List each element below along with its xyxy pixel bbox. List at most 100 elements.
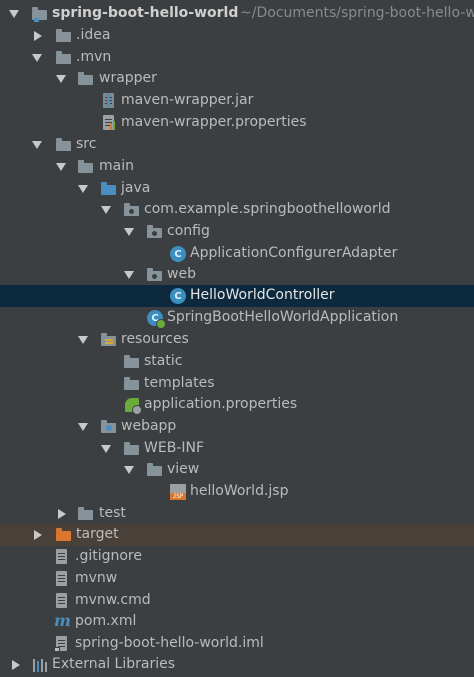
tree-row-wrapper[interactable]: wrapper — [0, 68, 474, 90]
folder-icon — [78, 506, 94, 522]
tree-label: target — [76, 526, 119, 542]
properties-file-icon — [101, 115, 117, 131]
tree-row-external-libraries[interactable]: External Libraries — [0, 654, 474, 676]
tree-row-mvnw-cmd[interactable]: mvnw.cmd — [0, 590, 474, 612]
tree-row-root[interactable]: spring-boot-hello-world ~/Documents/spri… — [0, 3, 474, 25]
tree-row-templates[interactable]: templates — [0, 373, 474, 395]
tree-label: .idea — [76, 27, 111, 43]
folder-icon — [56, 28, 72, 44]
tree-row-package[interactable]: com.example.springboothelloworld — [0, 199, 474, 221]
expand-arrow-icon[interactable] — [124, 466, 134, 474]
collapse-arrow-icon[interactable] — [34, 31, 42, 41]
tree-row-idea[interactable]: .idea — [0, 25, 474, 47]
expand-arrow-icon[interactable] — [78, 336, 88, 344]
collapse-arrow-icon[interactable] — [34, 530, 42, 540]
tree-label: test — [99, 505, 126, 521]
tree-row-hello-world-jsp[interactable]: JSP helloWorld.jsp — [0, 481, 474, 503]
tree-row-static[interactable]: static — [0, 351, 474, 373]
expand-arrow-icon[interactable] — [124, 271, 134, 279]
tree-label: WEB-INF — [144, 440, 204, 456]
tree-label: maven-wrapper.jar — [121, 92, 254, 108]
tree-label: .mvn — [76, 49, 112, 65]
expand-arrow-icon[interactable] — [124, 228, 134, 236]
module-folder-icon — [32, 6, 48, 22]
spring-boot-class-icon: C — [147, 310, 166, 329]
expand-arrow-icon[interactable] — [101, 445, 111, 453]
package-icon — [147, 224, 163, 240]
tree-row-main[interactable]: main — [0, 156, 474, 178]
tree-row-resources[interactable]: resources — [0, 329, 474, 351]
tree-row-webapp[interactable]: webapp — [0, 416, 474, 438]
jar-file-icon — [101, 93, 117, 109]
tree-row-mvn[interactable]: .mvn — [0, 47, 474, 69]
tree-label: com.example.springboothelloworld — [144, 201, 391, 217]
class-icon: C — [170, 246, 186, 262]
tree-label: External Libraries — [52, 656, 175, 672]
expand-arrow-icon[interactable] — [78, 185, 88, 193]
folder-icon — [147, 462, 163, 478]
source-folder-icon — [101, 181, 117, 197]
tree-row-src[interactable]: src — [0, 134, 474, 156]
expand-arrow-icon[interactable] — [32, 54, 42, 62]
tree-label: main — [99, 158, 134, 174]
folder-icon — [78, 71, 94, 87]
expand-arrow-icon[interactable] — [56, 75, 66, 83]
tree-row-gitignore[interactable]: .gitignore — [0, 546, 474, 568]
tree-row-maven-wrapper-jar[interactable]: maven-wrapper.jar — [0, 90, 474, 112]
tree-label: resources — [121, 331, 189, 347]
collapse-arrow-icon[interactable] — [12, 660, 20, 670]
expand-arrow-icon[interactable] — [56, 163, 66, 171]
tree-label: application.properties — [144, 396, 298, 412]
tree-row-web[interactable]: web — [0, 264, 474, 286]
web-folder-icon — [101, 419, 117, 435]
collapse-arrow-icon[interactable] — [58, 509, 66, 519]
tree-label: pom.xml — [75, 613, 137, 629]
tree-label: spring-boot-hello-world.iml — [75, 635, 264, 651]
resources-folder-icon — [101, 332, 117, 348]
package-icon — [124, 202, 140, 218]
text-file-icon — [54, 549, 70, 565]
tree-label: config — [167, 223, 210, 239]
tree-row-test[interactable]: test — [0, 503, 474, 525]
tree-label: SpringBootHelloWorldApplication — [167, 309, 399, 325]
tree-row-view[interactable]: view — [0, 459, 474, 481]
folder-icon — [124, 354, 140, 370]
tree-row-application-configurer-adapter[interactable]: C ApplicationConfigurerAdapter — [0, 243, 474, 265]
package-icon — [147, 267, 163, 283]
class-icon: C — [170, 288, 186, 304]
tree-label: webapp — [121, 418, 177, 434]
tree-label: wrapper — [99, 70, 157, 86]
tree-row-pom[interactable]: m pom.xml — [0, 611, 474, 633]
tree-row-mvnw[interactable]: mvnw — [0, 568, 474, 590]
expand-arrow-icon[interactable] — [32, 141, 42, 149]
tree-label: .gitignore — [75, 548, 142, 564]
tree-row-maven-wrapper-properties[interactable]: maven-wrapper.properties — [0, 112, 474, 134]
expand-arrow-icon[interactable] — [78, 423, 88, 431]
tree-label: view — [167, 461, 200, 477]
expand-arrow-icon[interactable] — [9, 10, 19, 18]
tree-row-web-inf[interactable]: WEB-INF — [0, 438, 474, 460]
tree-label: maven-wrapper.properties — [121, 114, 307, 130]
libraries-icon — [32, 657, 48, 673]
tree-label: src — [76, 136, 97, 152]
tree-row-spring-boot-application[interactable]: C SpringBootHelloWorldApplication — [0, 307, 474, 329]
module-file-icon — [54, 636, 70, 652]
folder-icon — [124, 441, 140, 457]
tree-label: web — [167, 266, 196, 282]
tree-row-application-properties[interactable]: application.properties — [0, 394, 474, 416]
root-folder-name: spring-boot-hello-world — [52, 5, 239, 21]
expand-arrow-icon[interactable] — [101, 206, 111, 214]
tree-label: HelloWorldController — [190, 287, 335, 303]
tree-label: java — [121, 180, 151, 196]
tree-row-java[interactable]: java — [0, 178, 474, 200]
tree-row-iml[interactable]: spring-boot-hello-world.iml — [0, 633, 474, 655]
tree-label: mvnw — [75, 570, 118, 586]
tree-row-hello-world-controller[interactable]: C HelloWorldController — [0, 285, 474, 307]
tree-row-target[interactable]: target — [0, 524, 474, 546]
folder-icon — [78, 159, 94, 175]
tree-label: ApplicationConfigurerAdapter — [190, 245, 398, 261]
tree-row-config[interactable]: config — [0, 221, 474, 243]
maven-icon: m — [54, 611, 71, 630]
text-file-icon — [54, 593, 70, 609]
tree-label: helloWorld.jsp — [190, 483, 289, 499]
